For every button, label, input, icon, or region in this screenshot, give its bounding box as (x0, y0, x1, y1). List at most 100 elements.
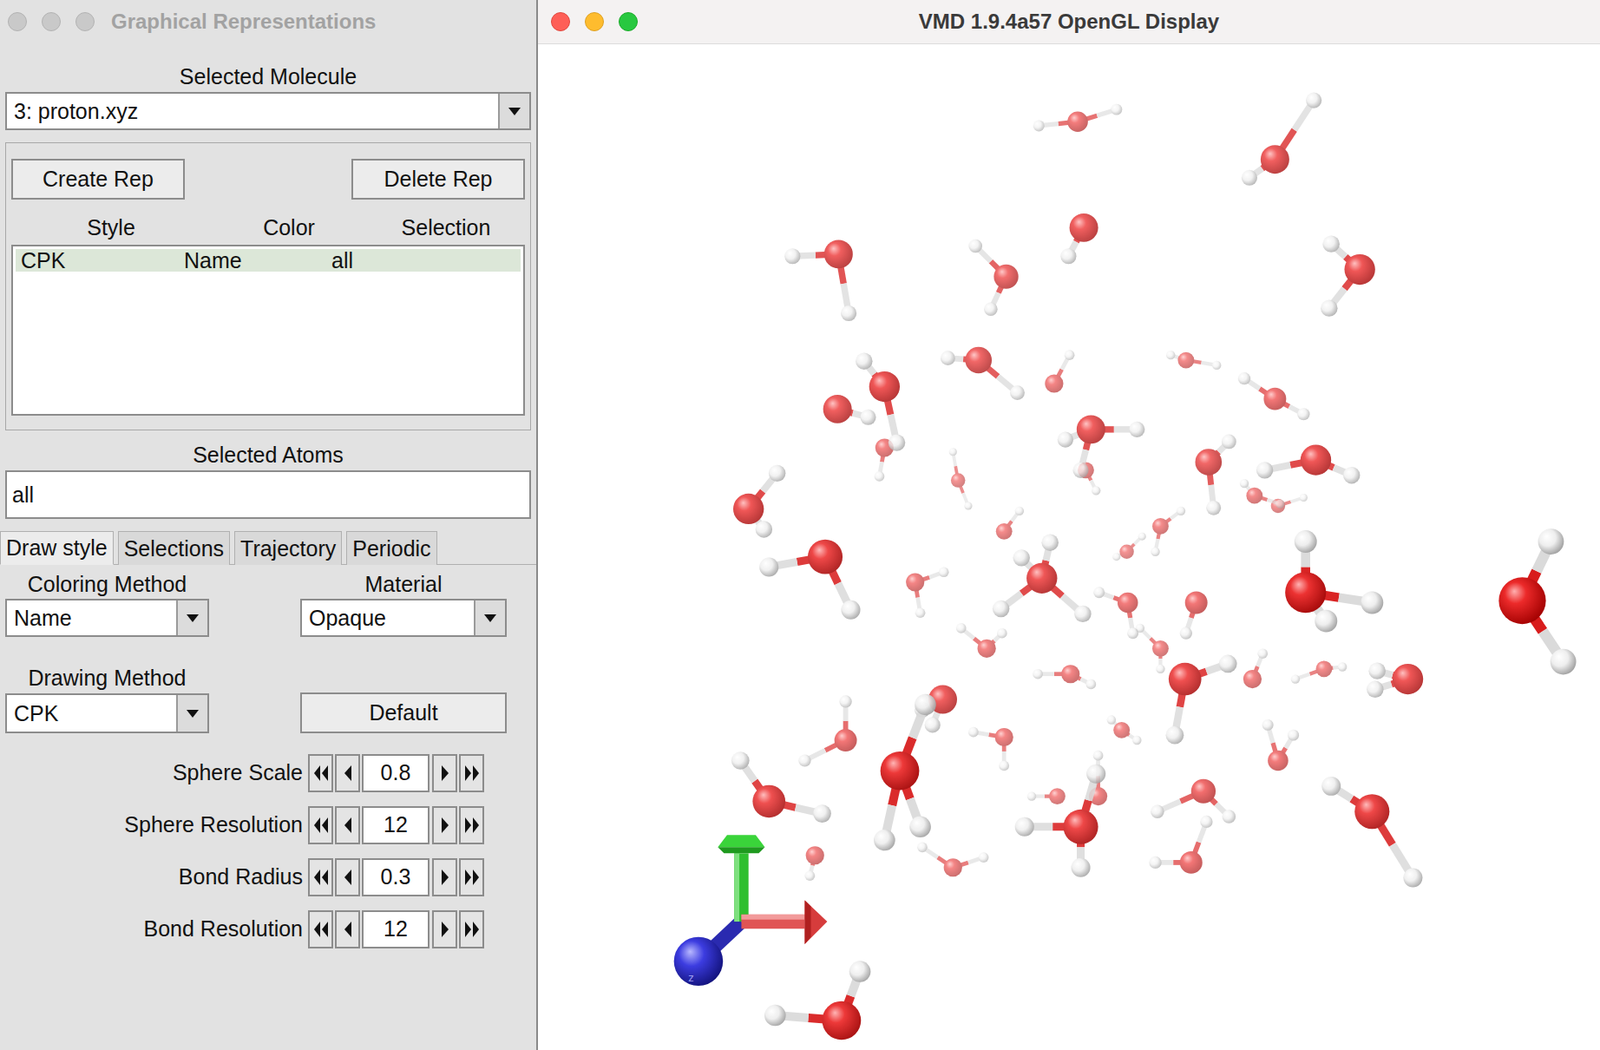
material-dropdown[interactable]: Opaque (300, 598, 507, 637)
oxygen-atom (821, 1001, 861, 1041)
left-arrow-icon (342, 816, 354, 834)
hydrogen-atom (1072, 462, 1089, 479)
parameter-value-field[interactable]: 0.3 (361, 858, 430, 897)
left-arrow-shape (344, 765, 352, 781)
parameter-spinner[interactable]: 12 (308, 806, 486, 845)
parameter-spinner[interactable]: 0.8 (308, 754, 486, 793)
hydrogen-atom (1550, 649, 1577, 676)
dropdown-arrow-button[interactable] (473, 600, 505, 636)
parameter-value-field[interactable]: 12 (361, 806, 430, 845)
oxygen-atom (823, 394, 853, 424)
hydrogen-atom (1155, 664, 1165, 674)
fast-decrease-button[interactable] (308, 858, 334, 897)
oxygen-atom (1168, 662, 1202, 696)
decrease-button[interactable] (334, 806, 361, 845)
fast-increase-button[interactable] (459, 910, 485, 949)
water-molecule (805, 845, 825, 881)
dropdown-arrow-button[interactable] (498, 93, 530, 129)
tab[interactable]: Draw style (0, 531, 114, 565)
create-rep-button[interactable]: Create Rep (11, 158, 185, 200)
fast-decrease-button[interactable] (308, 806, 334, 845)
minimize-button[interactable] (584, 12, 604, 32)
down-arrow-icon (483, 612, 498, 623)
z-axis-sphere (674, 937, 724, 986)
parameter-spinner[interactable]: 12 (308, 910, 486, 949)
parameter-spinner[interactable]: 0.3 (308, 858, 486, 897)
parameter-value-field[interactable]: 12 (361, 910, 430, 949)
drawing-method-dropdown[interactable]: CPK (5, 693, 210, 734)
right-arrow-icon (439, 816, 451, 834)
parameter-value-field[interactable]: 0.8 (361, 754, 430, 793)
decrease-button[interactable] (334, 754, 361, 793)
tab[interactable]: Selections (118, 531, 230, 565)
dropdown-arrow-button[interactable] (176, 600, 208, 636)
hydrogen-atom (938, 566, 950, 578)
left-arrow-icon (342, 764, 354, 782)
water-molecule (1033, 104, 1122, 132)
hydrogen-atom (1093, 586, 1105, 598)
water-molecule (1291, 660, 1348, 683)
fast-decrease-button[interactable] (308, 910, 334, 949)
y-axis-highlight (734, 852, 740, 922)
close-button[interactable] (550, 12, 571, 32)
double-right-arrow-shape (465, 765, 472, 781)
double-right-arrow-icon (464, 764, 480, 782)
dropdown-arrow-button[interactable] (176, 695, 208, 732)
parameter-row: Bond Resolution12 (5, 908, 532, 950)
hydrogen-atom (1064, 349, 1076, 361)
fast-increase-button[interactable] (459, 858, 485, 897)
water-molecule (949, 447, 973, 510)
oxygen-atom (1152, 518, 1169, 535)
decrease-button[interactable] (334, 910, 361, 949)
hydrogen-atom (1314, 609, 1338, 633)
fast-increase-button[interactable] (459, 806, 485, 845)
rep-button-row: Create Rep Delete Rep (11, 158, 525, 200)
decrease-button[interactable] (334, 858, 361, 897)
fast-increase-button[interactable] (459, 754, 485, 793)
hydrogen-atom (914, 694, 937, 716)
default-button[interactable]: Default (300, 692, 507, 734)
zoom-button[interactable] (75, 12, 95, 32)
delete-rep-button[interactable]: Delete Rep (351, 158, 525, 200)
oxygen-atom (1267, 750, 1289, 771)
close-button[interactable] (7, 12, 27, 32)
selected-atoms-field[interactable]: all (5, 470, 532, 519)
oxygen-atom (1243, 669, 1262, 689)
double-right-arrow-shape (465, 817, 472, 833)
hydrogen-atom (917, 842, 928, 853)
water-molecule (1015, 764, 1106, 878)
increase-button[interactable] (432, 858, 458, 897)
oxygen-atom (807, 539, 843, 575)
increase-button[interactable] (432, 910, 458, 949)
rep-row[interactable]: CPKNameall (15, 249, 521, 272)
zoom-button[interactable] (618, 12, 638, 32)
oxygen-atom (996, 523, 1013, 540)
hydrogen-atom (1241, 170, 1258, 186)
hydrogen-atom (909, 816, 932, 839)
tab[interactable]: Trajectory (234, 531, 342, 565)
minimize-button[interactable] (41, 12, 61, 32)
reps-list[interactable]: CPKNameall (11, 244, 525, 416)
molecule-display[interactable]: z (537, 44, 1600, 1050)
increase-button[interactable] (432, 754, 458, 793)
oxygen-atom (1180, 851, 1203, 874)
hydrogen-atom (1128, 421, 1145, 438)
water-molecule (1093, 586, 1139, 639)
tab[interactable]: Periodic (346, 531, 437, 565)
hydrogen-atom (1368, 662, 1385, 679)
fast-decrease-button[interactable] (308, 754, 334, 793)
oxygen-atom (1260, 144, 1290, 174)
hydrogen-atom (840, 305, 857, 322)
double-left-arrow-shape (314, 765, 321, 781)
hydrogen-atom (1176, 506, 1186, 516)
hydrogen-atom (1027, 791, 1037, 800)
oxygen-atom (1185, 591, 1208, 615)
hydrogen-atom (924, 716, 941, 733)
coloring-method-dropdown[interactable]: Name (5, 598, 210, 637)
water-molecule (1150, 506, 1186, 557)
molecule-dropdown[interactable]: 3: proton.xyz (5, 91, 532, 131)
axes-indicator: z (674, 834, 828, 986)
increase-button[interactable] (432, 806, 458, 845)
reps-header: StyleColorSelection (11, 215, 525, 240)
oxygen-atom (824, 239, 853, 269)
